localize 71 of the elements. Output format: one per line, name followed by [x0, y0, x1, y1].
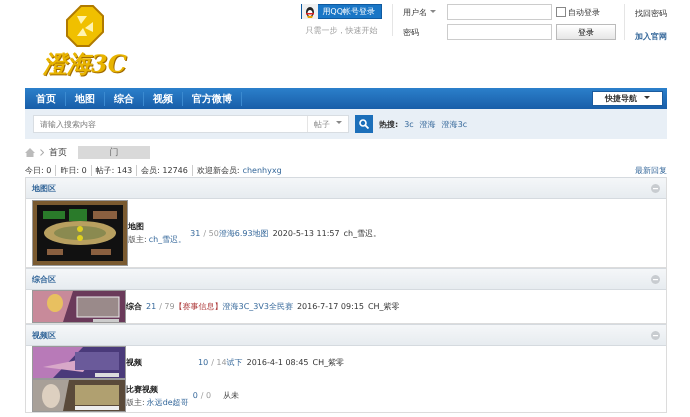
post-count: / 50	[203, 228, 219, 238]
username-field[interactable]	[447, 4, 552, 20]
last-post-link[interactable]: 澄海6.93地图	[218, 228, 269, 238]
last-post-none: 从未	[223, 390, 240, 401]
topic-count: 31	[190, 228, 200, 238]
breadcrumb-current: 门	[78, 146, 150, 158]
collapse-icon[interactable]	[651, 184, 660, 192]
qq-login-button[interactable]: 用QQ帐号登录	[301, 4, 382, 19]
logo-text: 澄海3C	[43, 48, 127, 80]
last-post-user[interactable]: ch_雪迟。	[344, 228, 382, 238]
collapse-icon[interactable]	[651, 330, 660, 340]
section-title[interactable]: 视频区	[32, 330, 56, 340]
stat-text: 会员: 12746	[137, 164, 193, 176]
topic-count: 0	[192, 391, 198, 400]
topic-count: 10	[198, 358, 208, 367]
breadcrumb-link[interactable]: 首页	[49, 146, 67, 158]
home-icon[interactable]	[25, 148, 35, 156]
remember-label: 自动登录	[568, 6, 600, 18]
nav-tab[interactable]: 综合	[105, 92, 144, 106]
login-button[interactable]: 登录	[556, 24, 616, 40]
post-tag[interactable]: 【赛事信息】	[174, 301, 223, 312]
forum-name[interactable]: 比赛视频	[126, 384, 189, 394]
quick-nav-button[interactable]: 快捷导航	[592, 91, 663, 106]
password-label: 密码	[403, 26, 420, 38]
last-post-link[interactable]: 试下	[226, 357, 243, 368]
welcome-label: 欢迎新会员:	[196, 166, 240, 174]
username-label[interactable]: 用户名	[403, 6, 443, 18]
moderator-link[interactable]: 永远de超哥	[146, 398, 189, 406]
hot-search-link[interactable]: 澄海3c	[442, 118, 468, 130]
forum-name[interactable]: 综合	[126, 301, 142, 312]
post-count: / 79	[159, 302, 175, 311]
search-field[interactable]: 请输入搜索内容 帖子	[33, 115, 349, 133]
moderator-label: 版主:	[128, 235, 147, 244]
hot-search-label: 热搜:	[379, 118, 398, 130]
chevron-icon	[40, 148, 44, 156]
hot-search-link[interactable]: 澄海	[420, 118, 436, 130]
forum-name[interactable]: 地图	[128, 221, 186, 232]
stat-text: 帖子: 143	[92, 164, 138, 176]
forgot-password-link[interactable]: 找回密码	[635, 8, 667, 19]
nav-tab[interactable]: 地图	[66, 92, 105, 106]
register-link[interactable]: 加入官网	[635, 31, 667, 42]
remember-checkbox[interactable]	[556, 7, 566, 17]
section-title[interactable]: 地图区	[32, 182, 56, 194]
nav-tab[interactable]: 官方微博	[183, 92, 242, 106]
post-count: / 14	[211, 358, 227, 367]
qq-hint: 只需一步，快速开始	[306, 25, 378, 36]
search-type-dropdown[interactable]: 帖子	[307, 116, 348, 132]
search-icon	[359, 119, 369, 129]
last-post-time: 2016-4-1 08:45	[246, 358, 309, 367]
moderator-label: 版主:	[126, 398, 145, 406]
latest-replies-link[interactable]: 最新回复	[635, 164, 667, 176]
last-post-time: 2020-5-13 11:57	[272, 228, 340, 238]
password-field[interactable]	[447, 24, 552, 40]
topic-count: 21	[146, 302, 156, 311]
search-button[interactable]	[355, 115, 373, 133]
hot-search-link[interactable]: 3c	[404, 120, 414, 128]
collapse-icon[interactable]	[651, 274, 660, 284]
member-link[interactable]: chenhyxg	[242, 166, 282, 174]
nav-tab[interactable]: 首页	[27, 92, 66, 106]
penguin-icon	[302, 4, 318, 19]
last-post-user[interactable]: CH_紫零	[312, 357, 344, 368]
stat-text: 今日: 0	[25, 164, 56, 176]
last-post-time: 2016-7-17 09:15	[296, 302, 364, 311]
post-count: / 0	[200, 391, 212, 400]
forum-name[interactable]: 视频	[126, 357, 142, 368]
last-post-link[interactable]: 澄海3C_3V3全民赛	[222, 301, 293, 312]
section-title[interactable]: 综合区	[32, 274, 56, 284]
last-post-user[interactable]: CH_紫零	[368, 301, 400, 312]
moderator-link[interactable]: ch_雪迟。	[148, 235, 186, 244]
nav-tab[interactable]: 视频	[144, 92, 183, 106]
stat-text: 昨日: 0	[56, 164, 92, 176]
